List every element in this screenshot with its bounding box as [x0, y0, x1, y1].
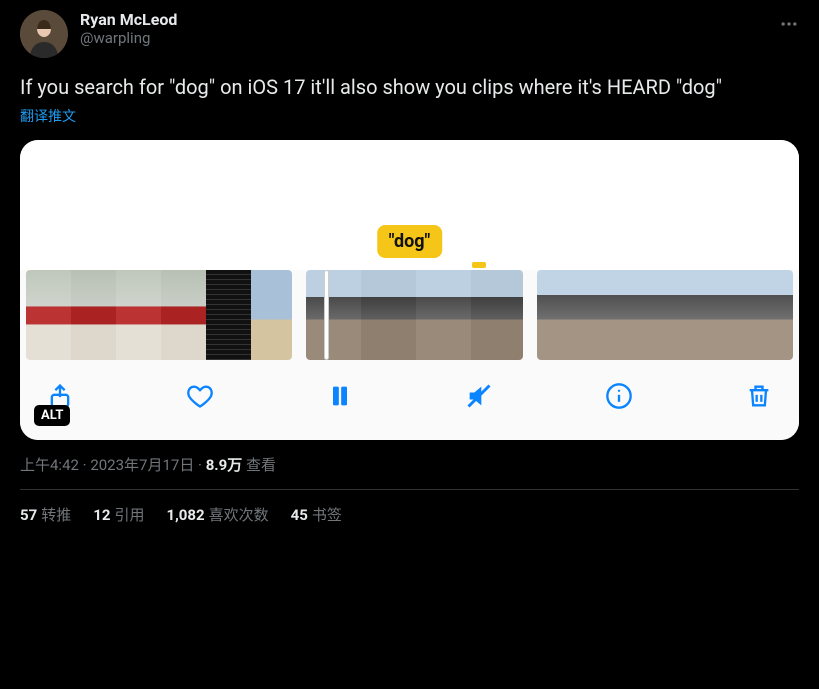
- video-clip[interactable]: [306, 270, 523, 360]
- video-clip[interactable]: [537, 270, 793, 360]
- alt-badge[interactable]: ALT: [34, 405, 70, 426]
- caption-indicator: [472, 262, 486, 268]
- more-icon[interactable]: [779, 14, 799, 38]
- heart-icon[interactable]: [186, 382, 214, 414]
- pause-icon[interactable]: [326, 382, 354, 414]
- media-toolbar: [20, 360, 799, 440]
- retweets-stat[interactable]: 57转推: [20, 504, 71, 525]
- display-name[interactable]: Ryan McLeod: [80, 10, 177, 29]
- video-clip[interactable]: [26, 270, 292, 360]
- tweet-meta: 上午4:42 · 2023年7月17日 · 8.9万 查看: [20, 454, 799, 475]
- trash-icon[interactable]: [745, 382, 773, 414]
- tweet-text: If you search for "dog" on iOS 17 it'll …: [20, 74, 799, 100]
- filmstrip: [20, 270, 799, 360]
- views-label: 查看: [246, 456, 276, 474]
- time[interactable]: 上午4:42: [20, 456, 79, 474]
- media-card[interactable]: "dog" ALT: [20, 140, 799, 440]
- info-icon[interactable]: [605, 382, 633, 414]
- translate-link[interactable]: 翻译推文: [20, 106, 799, 126]
- mute-icon[interactable]: [465, 382, 493, 414]
- views-count: 8.9万: [206, 456, 243, 474]
- tweet-stats: 57转推 12引用 1,082喜欢次数 45书签: [20, 504, 799, 525]
- tweet-header: Ryan McLeod @warpling: [20, 10, 799, 58]
- handle[interactable]: @warpling: [80, 29, 177, 47]
- quotes-stat[interactable]: 12引用: [93, 504, 144, 525]
- likes-stat[interactable]: 1,082喜欢次数: [166, 504, 268, 525]
- date[interactable]: 2023年7月17日: [90, 456, 194, 474]
- avatar[interactable]: [20, 10, 68, 58]
- bookmarks-stat[interactable]: 45书签: [291, 504, 342, 525]
- author-names: Ryan McLeod @warpling: [80, 10, 177, 47]
- playhead[interactable]: [324, 270, 329, 360]
- media-top: "dog": [20, 140, 799, 270]
- divider: [20, 489, 799, 490]
- caption-bubble: "dog": [377, 225, 443, 258]
